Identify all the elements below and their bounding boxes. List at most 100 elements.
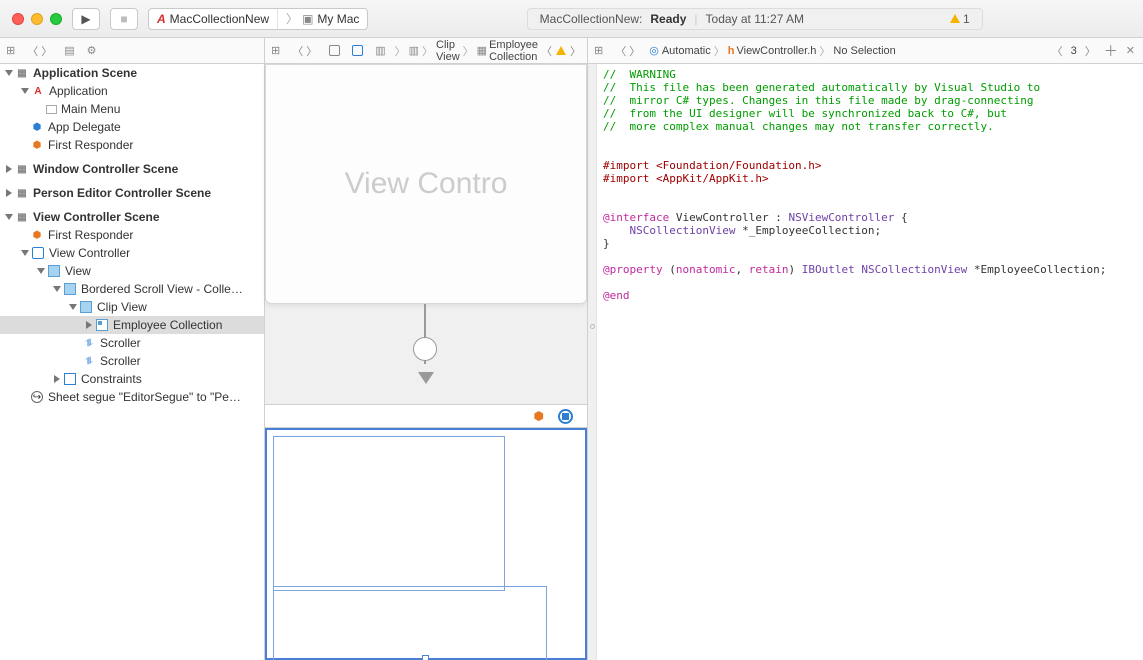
assistant-jump-bar[interactable]: ⊞ 〈〉 ◎ Automatic 〉 h ViewController.h 〉 … <box>588 38 1143 63</box>
close-assistant-icon[interactable]: ✕ <box>1126 44 1135 57</box>
nav-bordered-scroll[interactable]: Bordered Scroll View - Colle… <box>81 282 243 296</box>
status-project: MacCollectionNew: <box>540 12 643 26</box>
document-outline[interactable]: ▦Application Scene AApplication Main Men… <box>0 64 265 660</box>
code-token: } <box>603 237 610 250</box>
warn-count: 1 <box>963 12 970 26</box>
resize-handle-icon[interactable] <box>422 655 429 660</box>
related-items-icon[interactable]: ⊞ <box>6 44 15 57</box>
assistant-mode[interactable]: Automatic <box>662 45 711 57</box>
assistant-source-editor[interactable]: // WARNING // This file has been generat… <box>597 64 1143 660</box>
editor-splitter[interactable] <box>588 64 597 660</box>
warning-icon <box>556 46 566 55</box>
code-token: NSCollectionView <box>861 263 967 276</box>
add-assistant-icon[interactable]: ＋ <box>1104 41 1118 61</box>
back-icon[interactable]: 〈 <box>615 43 626 59</box>
grid-icon[interactable]: ⊞ <box>594 44 603 57</box>
nav-scroller2[interactable]: Scroller <box>100 354 141 368</box>
chevron-right-icon: 〉 <box>286 10 298 27</box>
scene-window-controller[interactable]: Window Controller Scene <box>33 162 178 176</box>
code-token: <AppKit/AppKit.h> <box>656 172 769 185</box>
close-window-icon[interactable] <box>12 13 24 25</box>
nav-app-delegate[interactable]: App Delegate <box>48 120 121 134</box>
next-issue-icon[interactable]: 〉 <box>570 43 581 59</box>
crumb-clip-view[interactable]: Clip View <box>436 39 460 63</box>
nav-scroller1[interactable]: Scroller <box>100 336 141 350</box>
next-counterpart-icon[interactable]: 〉 <box>1085 43 1096 59</box>
storyboard-canvas[interactable]: View Contro ⬢ <box>265 64 588 660</box>
run-button[interactable]: ▶ <box>72 8 100 30</box>
minimize-window-icon[interactable] <box>31 13 43 25</box>
nav-main-menu[interactable]: Main Menu <box>61 102 120 116</box>
warning-badge[interactable]: 1 <box>950 12 970 26</box>
nav-application[interactable]: Application <box>49 84 108 98</box>
view-icon <box>80 301 92 313</box>
nav-clip-view[interactable]: Clip View <box>97 300 147 314</box>
grip-icon <box>590 324 595 329</box>
assistant-selection[interactable]: No Selection <box>833 45 895 57</box>
segue-icon: ↪ <box>31 391 43 403</box>
code-line: // WARNING <box>603 68 676 81</box>
nav-first-responder[interactable]: First Responder <box>48 138 133 152</box>
disclosure-icon[interactable] <box>5 70 13 76</box>
ghost-title: View Contro <box>345 167 508 201</box>
disclosure-icon[interactable] <box>37 268 45 274</box>
rings-icon: ◎ <box>649 44 659 57</box>
code-token: { <box>894 211 907 224</box>
nav-view-controller[interactable]: View Controller <box>49 246 130 260</box>
disclosure-icon[interactable] <box>86 321 92 329</box>
disclosure-icon[interactable] <box>5 214 13 220</box>
collection-view-item-frame[interactable] <box>273 436 505 591</box>
view-controller-dock-icon[interactable] <box>558 409 573 424</box>
code-token: @interface <box>603 211 669 224</box>
traffic-lights <box>12 13 62 25</box>
cube-icon: ⬢ <box>30 228 44 242</box>
disclosure-icon[interactable] <box>69 304 77 310</box>
forward-icon[interactable]: 〉 <box>306 43 317 59</box>
nav-segue[interactable]: Sheet segue "EditorSegue" to "Pe… <box>48 390 241 404</box>
collection-view-selection-frame[interactable] <box>273 586 547 660</box>
nav-view[interactable]: View <box>65 264 91 278</box>
scene-view-controller[interactable]: View Controller Scene <box>33 210 160 224</box>
assistant-file[interactable]: ViewController.h <box>736 45 816 57</box>
code-token: nonatomic <box>676 263 736 276</box>
segue-knob-icon[interactable] <box>413 337 437 361</box>
code-token: #import <box>603 159 649 172</box>
disclosure-icon[interactable] <box>6 189 12 197</box>
scene-application[interactable]: Application Scene <box>33 66 137 80</box>
nav-constraints[interactable]: Constraints <box>81 372 142 386</box>
prev-counterpart-icon[interactable]: 〈 <box>1052 43 1063 59</box>
adjust-icon[interactable]: ⚙ <box>87 44 97 57</box>
disclosure-icon[interactable] <box>21 88 29 94</box>
activity-status: MacCollectionNew: Ready | Today at 11:27… <box>378 8 1131 30</box>
code-line: // mirror C# types. Changes in this file… <box>603 94 1033 107</box>
nav-employee-collection[interactable]: Employee Collection <box>113 318 222 332</box>
forward-icon[interactable]: 〉 <box>41 43 52 59</box>
scene-person-editor[interactable]: Person Editor Controller Scene <box>33 186 211 200</box>
device-icon: ▣ <box>302 12 313 26</box>
back-icon[interactable]: 〈 <box>292 43 303 59</box>
canvas-jump-bar[interactable]: ⊞ 〈〉 ▥ 〉 ▥ 〉 Clip View 〉 ▦ Employee Coll… <box>265 38 588 63</box>
disclosure-icon[interactable] <box>54 375 60 383</box>
workspace-body: ▦Application Scene AApplication Main Men… <box>0 64 1143 660</box>
disclosure-icon[interactable] <box>53 286 61 292</box>
zoom-window-icon[interactable] <box>50 13 62 25</box>
scene-object-bar: ⬢ <box>265 404 587 428</box>
code-token: ( <box>663 263 676 276</box>
warning-icon <box>950 14 960 23</box>
grid-icon[interactable]: ⊞ <box>271 44 280 57</box>
first-responder-icon[interactable]: ⬢ <box>534 409 544 423</box>
outline-icon[interactable]: ▤ <box>64 44 74 57</box>
collection-view-icon <box>96 319 108 331</box>
forward-icon[interactable]: 〉 <box>629 43 640 59</box>
code-token: ) <box>788 263 801 276</box>
disclosure-icon[interactable] <box>21 250 29 256</box>
collection-view-canvas[interactable] <box>265 428 587 660</box>
stop-button[interactable]: ■ <box>110 8 138 30</box>
code-token: #import <box>603 172 649 185</box>
disclosure-icon[interactable] <box>6 165 12 173</box>
crumb-employee-collection[interactable]: Employee Collection <box>489 39 541 63</box>
back-icon[interactable]: 〈 <box>27 43 38 59</box>
nav-first-responder2[interactable]: First Responder <box>48 228 133 242</box>
scheme-selector[interactable]: AMacCollectionNew 〉▣My Mac <box>148 8 368 30</box>
prev-issue-icon[interactable]: 〈 <box>541 43 552 59</box>
